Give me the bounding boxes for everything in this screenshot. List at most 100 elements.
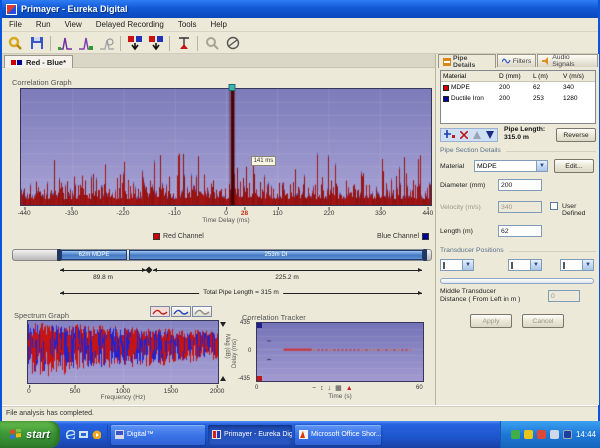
- blue-download-icon[interactable]: [146, 35, 165, 52]
- menu-help[interactable]: Help: [204, 20, 234, 29]
- globe-icon[interactable]: [223, 35, 242, 52]
- down-arrow-icon[interactable]: ↓: [328, 385, 332, 392]
- spectrum-graph-canvas[interactable]: [28, 321, 218, 383]
- axis-range-handle-top[interactable]: [220, 322, 226, 327]
- table-row[interactable]: Ductile Iron 200 253 1280: [441, 93, 595, 104]
- add-row-icon[interactable]: [444, 126, 455, 144]
- table-header: Material D (mm) L (m) V (m/s): [441, 71, 595, 82]
- start-button[interactable]: start: [0, 421, 60, 448]
- material-combo[interactable]: MDPE ▼: [474, 160, 548, 172]
- group-rule: [506, 151, 596, 152]
- col-diameter: D (mm): [499, 73, 533, 80]
- tracker-y-axis-label: Delay (ms): [232, 339, 238, 368]
- menu-file[interactable]: File: [2, 20, 29, 29]
- move-up-icon[interactable]: [473, 126, 481, 144]
- tracker-controls: − ↕ ↓ ▦ ▲: [312, 384, 353, 392]
- materials-table[interactable]: Material D (mm) L (m) V (m/s) MDPE 200 6…: [440, 70, 596, 124]
- pipe-section-details-title: Pipe Section Details: [440, 147, 501, 154]
- title-bar[interactable]: Primayer - Eureka Digital: [2, 0, 598, 18]
- table-row[interactable]: MDPE 200 62 340: [441, 82, 595, 93]
- tab-red-blue[interactable]: Red - Blue*: [4, 55, 73, 68]
- red-wave-toggle[interactable]: [150, 306, 170, 317]
- toolbar-separator: [120, 36, 121, 51]
- x-tick: 0: [224, 210, 228, 217]
- length-field[interactable]: [498, 225, 542, 237]
- ie-icon[interactable]: [66, 430, 75, 439]
- delete-row-icon[interactable]: [460, 126, 468, 144]
- correlation-graph[interactable]: 141 ms: [20, 88, 432, 206]
- blue-transducer-combo[interactable]: ▼: [560, 259, 594, 271]
- cancel-button[interactable]: Cancel: [522, 314, 564, 328]
- reverse-button[interactable]: Reverse: [556, 128, 596, 142]
- tray-shield-icon[interactable]: [511, 430, 520, 439]
- peak-track-icon[interactable]: ▲: [346, 385, 353, 392]
- tray-alert-icon[interactable]: [537, 430, 546, 439]
- tray-network-icon[interactable]: [550, 430, 559, 439]
- toolbar-separator: [197, 36, 198, 51]
- red-download-icon[interactable]: [125, 35, 144, 52]
- zoom-peak-icon[interactable]: [97, 35, 116, 52]
- red-channel-icon: [153, 233, 160, 240]
- gray-wave-toggle[interactable]: [192, 306, 212, 317]
- chevron-down-icon[interactable]: ▼: [530, 260, 541, 270]
- transducer-position-slider[interactable]: [440, 278, 594, 284]
- correlation-tracker-graph[interactable]: [256, 322, 424, 382]
- menu-tools[interactable]: Tools: [171, 20, 204, 29]
- pipe-segment-di[interactable]: 253m DI: [129, 250, 423, 260]
- material-color-icon: [443, 96, 449, 102]
- material-label: Material: [440, 163, 464, 170]
- tray-volume-icon[interactable]: [563, 430, 572, 439]
- correlation-graph-canvas[interactable]: [21, 89, 431, 205]
- taskbar-task-digital[interactable]: Digital™: [111, 425, 205, 445]
- cursor-icon[interactable]: ↕: [320, 385, 324, 392]
- col-length: L (m): [533, 73, 563, 80]
- toolbar: [2, 33, 598, 54]
- left-distance-label: 89.8 m: [93, 274, 113, 281]
- menu-bar: File Run View Delayed Recording Tools He…: [2, 18, 598, 32]
- correlation-peak-icon[interactable]: [55, 35, 74, 52]
- taskbar-task-primayer[interactable]: Primayer - Eureka Dig...: [208, 425, 292, 445]
- grid-icon[interactable]: ▦: [335, 384, 342, 392]
- length-label: Length (m): [440, 228, 473, 235]
- correlation-tracker-canvas[interactable]: [257, 323, 423, 381]
- zoom-out-icon[interactable]: −: [312, 385, 316, 392]
- correlate-icon[interactable]: [174, 35, 193, 52]
- peak-marker-handle[interactable]: [229, 84, 236, 91]
- blue-wave-toggle[interactable]: [171, 306, 191, 317]
- pipe-diagram[interactable]: 62m MDPE 253m DI: [12, 249, 432, 261]
- chevron-down-icon[interactable]: ▼: [536, 161, 547, 171]
- right-panel: Pipe Details Filters Audio Signals Mater…: [435, 54, 599, 405]
- media-player-icon[interactable]: [92, 430, 101, 439]
- channel-labels: Red Channel Blue Channel: [20, 233, 432, 240]
- edit-button[interactable]: Edit...: [554, 159, 594, 173]
- save-icon[interactable]: [27, 35, 46, 52]
- tab-audio-signals[interactable]: Audio Signals: [537, 54, 598, 67]
- gray-transducer-combo[interactable]: ▼: [508, 259, 542, 271]
- red-transducer-combo[interactable]: ▼: [440, 259, 474, 271]
- tray-update-icon[interactable]: [524, 430, 533, 439]
- tab-pipe-details[interactable]: Pipe Details: [438, 54, 496, 68]
- apply-button[interactable]: Apply: [470, 314, 512, 328]
- delay-peak-icon[interactable]: [76, 35, 95, 52]
- task-icon: [212, 430, 221, 439]
- show-desktop-icon[interactable]: [79, 430, 88, 439]
- menu-delayed-recording[interactable]: Delayed Recording: [89, 20, 171, 29]
- doc-tab-label: Red - Blue*: [26, 58, 66, 67]
- tracker-top-marker: [257, 323, 262, 328]
- user-defined-checkbox[interactable]: [550, 202, 558, 210]
- pipe-segment-mdpe[interactable]: 62m MDPE: [61, 250, 127, 260]
- move-down-icon[interactable]: [486, 126, 494, 144]
- tab-filters[interactable]: Filters: [497, 54, 537, 67]
- menu-view[interactable]: View: [58, 20, 89, 29]
- open-icon[interactable]: [6, 35, 25, 52]
- zoom-icon[interactable]: [202, 35, 221, 52]
- menu-run[interactable]: Run: [29, 20, 58, 29]
- chevron-down-icon[interactable]: ▼: [462, 260, 473, 270]
- spectrum-graph[interactable]: [27, 320, 219, 384]
- diameter-field[interactable]: [498, 179, 542, 191]
- taskbar-task-office[interactable]: Microsoft Office Shor...: [295, 425, 381, 445]
- axis-range-handle-bottom[interactable]: [220, 376, 226, 381]
- chevron-down-icon[interactable]: ▼: [582, 260, 593, 270]
- leak-position-marker[interactable]: [145, 266, 152, 273]
- pipe-details-icon: [443, 58, 451, 66]
